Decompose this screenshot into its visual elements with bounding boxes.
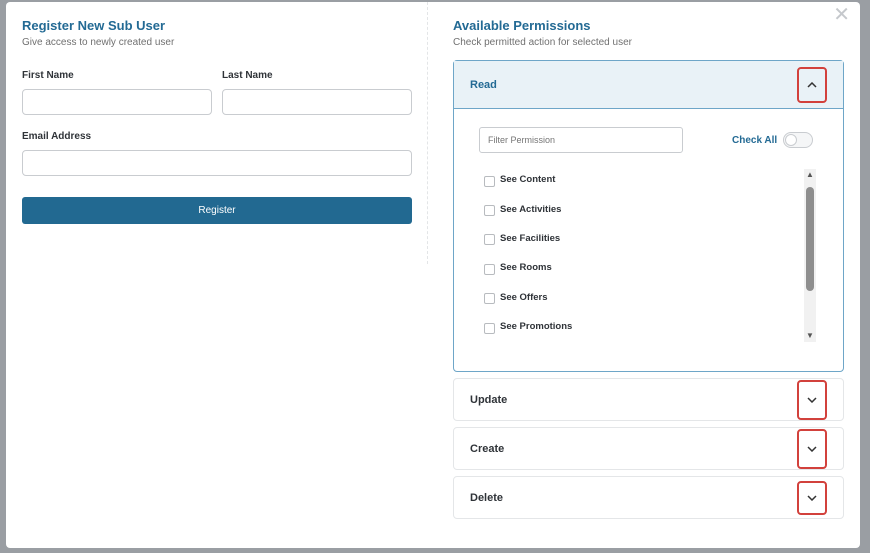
permission-checkbox[interactable] <box>484 205 495 217</box>
accordion-create-title: Create <box>470 442 505 455</box>
permission-item[interactable]: See Offers <box>484 283 784 312</box>
first-name-label: First Name <box>22 70 74 81</box>
permissions-subtitle: Check permitted action for selected user <box>453 37 632 48</box>
permission-item[interactable]: See Activities <box>484 194 784 223</box>
permission-scrollbar[interactable]: ▲ ▼ <box>804 169 816 342</box>
permission-item[interactable]: See Content <box>484 165 784 194</box>
check-all-label: Check All <box>732 135 778 146</box>
modal: ✕ Register New Sub User Give access to n… <box>6 2 860 548</box>
permission-checkbox[interactable] <box>484 322 495 334</box>
last-name-input[interactable] <box>222 89 412 115</box>
accordion-update[interactable]: Update <box>453 378 844 421</box>
permission-label: See Activities <box>500 203 562 215</box>
accordion-delete[interactable]: Delete <box>453 476 844 519</box>
permission-list: See Content See Activities See Facilitie… <box>484 165 784 341</box>
scroll-up-icon[interactable]: ▲ <box>804 169 816 181</box>
filter-permission-input[interactable] <box>479 127 683 153</box>
permission-label: See Content <box>500 174 556 186</box>
accordion-update-title: Update <box>470 393 508 406</box>
permission-label: See Facilities <box>500 232 561 244</box>
permission-label: See Rooms <box>500 262 552 274</box>
email-input[interactable] <box>22 150 412 176</box>
accordion-read-title: Read <box>470 78 497 91</box>
check-all-toggle[interactable] <box>783 132 813 148</box>
permissions-title: Available Permissions <box>453 18 591 33</box>
register-title: Register New Sub User <box>22 18 166 33</box>
panel-divider <box>427 2 428 264</box>
scroll-down-icon[interactable]: ▼ <box>804 330 816 342</box>
permission-item[interactable]: See Rooms <box>484 253 784 282</box>
accordion-read-header[interactable]: Read <box>454 61 843 109</box>
first-name-input[interactable] <box>22 89 212 115</box>
register-panel: Register New Sub User Give access to new… <box>22 18 412 224</box>
accordion-delete-title: Delete <box>470 491 504 504</box>
register-button[interactable]: Register <box>22 197 412 224</box>
permissions-panel: Available Permissions Check permitted ac… <box>453 18 844 519</box>
permission-label: See Promotions <box>500 321 573 333</box>
chevron-down-icon[interactable] <box>797 428 827 469</box>
accordion-read-body: Check All See Content See Activities See… <box>454 109 843 371</box>
permission-item[interactable]: See Promotions <box>484 312 784 341</box>
permission-checkbox[interactable] <box>484 234 495 246</box>
accordion-create[interactable]: Create <box>453 427 844 470</box>
register-subtitle: Give access to newly created user <box>22 37 175 48</box>
last-name-label: Last Name <box>222 70 273 81</box>
permission-label: See Offers <box>500 291 548 303</box>
permission-checkbox[interactable] <box>484 175 495 187</box>
permission-checkbox[interactable] <box>484 293 495 305</box>
permission-checkbox[interactable] <box>484 263 495 275</box>
permission-item[interactable]: See Facilities <box>484 224 784 253</box>
accordion-read: Read Check All See Content See Activitie… <box>453 60 844 372</box>
chevron-down-icon[interactable] <box>797 379 827 420</box>
chevron-down-icon[interactable] <box>797 480 827 515</box>
email-label: Email Address <box>22 131 92 142</box>
chevron-up-icon[interactable] <box>797 66 827 103</box>
scroll-thumb[interactable] <box>806 187 814 291</box>
